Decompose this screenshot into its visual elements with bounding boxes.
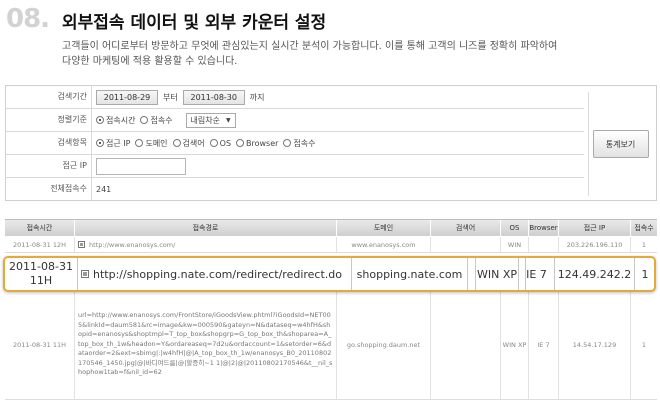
sort-time-radio[interactable]: 접속시간 (96, 115, 135, 126)
highlighted-table-row[interactable]: 2011-08-31 11H http://shopping.nate.com/… (3, 256, 656, 292)
cell-os: WIN XP (475, 258, 519, 290)
table-row[interactable]: 2011-08-31 11H url=http://www.enanosys.c… (5, 290, 657, 400)
description-line-1: 고객들이 어디로부터 방문하고 무엇에 관심있는지 실시간 분석이 가능합니다.… (62, 41, 558, 52)
col-header-time[interactable]: 접속시간 (5, 220, 75, 236)
cell-ip: 14.54.17.129 (559, 290, 631, 399)
cell-time: 2011-08-31 11H (5, 290, 75, 399)
sort-count-radio[interactable]: 접속수 (140, 115, 173, 126)
field-label: 검색항목 (6, 132, 92, 154)
col-header-count[interactable]: 접속수 (631, 220, 657, 236)
cell-keyword (431, 237, 501, 252)
radio-icon (209, 139, 218, 147)
cell-domain: go.shopping.daum.net (337, 290, 431, 399)
access-log-table: 접속시간 접속경로 도메인 검색어 OS Browser 접근 IP 접속수 2… (5, 219, 657, 402)
stats-view-button[interactable]: 통계보기 (592, 130, 649, 158)
col-header-browser[interactable]: Browser (529, 220, 559, 236)
cell-time: 2011-08-31 11H (5, 258, 78, 290)
cell-ip: 124.49.242.2 (555, 258, 635, 290)
until-text: 까지 (249, 92, 265, 102)
cell-domain: www.enanosys.com (337, 237, 431, 252)
cell-os: WIN (501, 237, 529, 252)
table-row[interactable]: 2011-08-31 12H http://www.enanosys.com/ … (5, 237, 657, 253)
cell-browser (529, 237, 559, 252)
cell-path: http://shopping.nate.com/redirect/redire… (78, 258, 352, 290)
cell-ip: 203.226.196.110 (559, 237, 631, 252)
radio-icon (283, 139, 292, 147)
cell-path: http://www.enanosys.com/ (75, 237, 337, 252)
field-ip-radio[interactable]: 접근 IP (96, 138, 130, 149)
col-header-os[interactable]: OS (501, 220, 529, 236)
total-label: 전체접속수 (6, 178, 92, 200)
cell-os: WIN XP (501, 290, 529, 399)
radio-icon (236, 139, 245, 147)
chevron-down-icon: ▼ (226, 116, 231, 124)
col-header-ip[interactable]: 접근 IP (559, 220, 631, 236)
sort-order-select[interactable]: 내림차순 ▼ (185, 112, 236, 128)
cell-browser: IE 7 (529, 290, 559, 399)
section-number: 08. (6, 4, 50, 34)
total-count: 241 (96, 184, 112, 194)
radio-selected-icon (96, 139, 104, 147)
cell-count: 1 (641, 340, 647, 349)
col-header-path[interactable]: 접속경로 (75, 220, 337, 236)
cell-count: 1 (641, 240, 647, 249)
cell-path: url=http://www.enanosys.com/FrontStore/i… (75, 290, 337, 399)
link-icon (78, 241, 85, 248)
col-header-domain[interactable]: 도메인 (337, 220, 431, 236)
col-header-keyword[interactable]: 검색어 (431, 220, 501, 236)
from-text: 부터 (163, 92, 178, 102)
page-title: 외부접속 데이터 및 외부 카운터 설정 (62, 13, 327, 33)
section-header: 08. 외부접속 데이터 및 외부 카운터 설정 고객들이 어디로부터 방문하고… (6, 4, 656, 68)
radio-icon (140, 116, 149, 124)
field-count-radio[interactable]: 접속수 (283, 138, 316, 149)
total-row: 전체접속수 241 (6, 178, 584, 201)
period-row: 검색기간 2011-08-29 부터 2011-08-30 까지 (6, 86, 584, 109)
field-os-radio[interactable]: OS (209, 139, 231, 148)
sort-label: 정렬기준 (6, 109, 92, 131)
end-date-field[interactable]: 2011-08-30 (182, 89, 245, 105)
field-row: 검색항목 접근 IP 도메인 검색어 OS Browser 접속수 (6, 132, 584, 155)
radio-selected-icon (96, 116, 104, 124)
cell-count: 1 (641, 267, 649, 281)
cell-keyword (431, 290, 501, 399)
sort-row: 정렬기준 접속시간 접속수 내림차순 ▼ (6, 109, 584, 132)
cell-browser: IE 7 (519, 258, 555, 290)
ip-input[interactable] (96, 157, 186, 175)
ip-label: 접근 IP (6, 155, 92, 177)
link-icon (81, 270, 89, 278)
ip-row: 접근 IP (6, 155, 584, 178)
cell-time: 2011-08-31 12H (5, 237, 75, 252)
stat-button-area: 통계보기 (588, 92, 652, 196)
page-description: 고객들이 어디로부터 방문하고 무엇에 관심있는지 실시간 분석이 가능합니다.… (62, 39, 652, 69)
radio-icon (135, 139, 144, 147)
period-label: 검색기간 (6, 86, 92, 108)
radio-icon (172, 139, 181, 147)
search-form: 검색기간 2011-08-29 부터 2011-08-30 까지 정렬기준 접속… (5, 85, 657, 201)
start-date-field[interactable]: 2011-08-29 (96, 89, 158, 105)
cell-domain: shopping.nate.com (352, 258, 468, 290)
description-line-2: 다양한 마케팅에 적용 활용할 수 있습니다. (62, 56, 238, 67)
field-domain-radio[interactable]: 도메인 (135, 138, 168, 149)
field-browser-radio[interactable]: Browser (236, 139, 278, 148)
field-keyword-radio[interactable]: 검색어 (172, 138, 205, 149)
